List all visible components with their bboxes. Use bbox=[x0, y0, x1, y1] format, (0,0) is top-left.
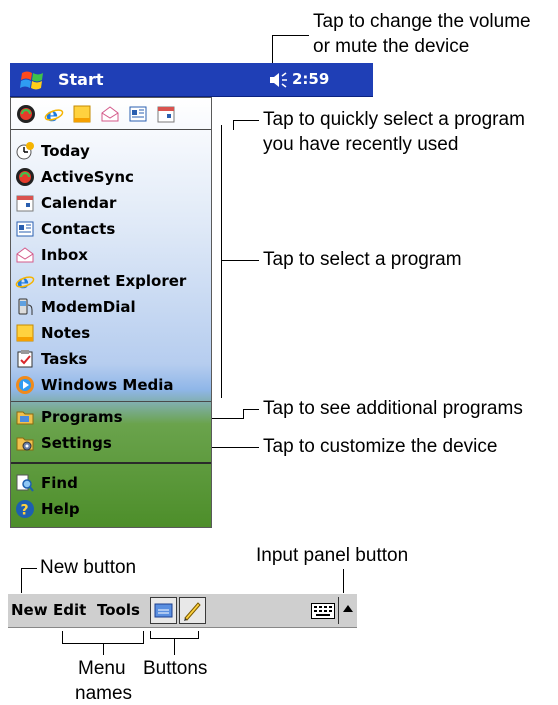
leader-line bbox=[143, 631, 144, 643]
activesync-icon bbox=[15, 167, 35, 187]
input-method-arrow-icon[interactable] bbox=[343, 605, 353, 612]
leader-line bbox=[62, 631, 63, 643]
menu-divider bbox=[11, 462, 211, 464]
menu-item-label: Tasks bbox=[41, 350, 88, 368]
windows-flag-icon[interactable] bbox=[18, 68, 50, 92]
menu-item-modemdial[interactable]: ModemDial bbox=[15, 295, 136, 319]
internet-explorer-icon[interactable]: e bbox=[43, 103, 65, 125]
callout-menu-names-line2: names bbox=[75, 683, 133, 704]
leader-line bbox=[343, 569, 344, 593]
contacts-icon[interactable] bbox=[127, 103, 149, 125]
programs-folder-icon bbox=[15, 407, 35, 427]
notes-icon bbox=[15, 323, 35, 343]
start-label[interactable]: Start bbox=[58, 70, 104, 89]
start-menu: e Today ActiveSync Calendar Contacts Inb… bbox=[10, 97, 212, 528]
menu-item-tasks[interactable]: Tasks bbox=[15, 347, 87, 371]
callout-volume-line2: or mute the device bbox=[313, 36, 470, 57]
menu-item-activesync[interactable]: ActiveSync bbox=[15, 165, 134, 189]
menu-item-label: Contacts bbox=[41, 220, 116, 238]
settings-folder-icon bbox=[15, 433, 35, 453]
callout-new-button: New button bbox=[40, 557, 137, 578]
speaker-icon[interactable] bbox=[268, 70, 290, 90]
menu-item-calendar[interactable]: Calendar bbox=[15, 191, 116, 215]
menu-divider bbox=[11, 401, 211, 402]
notes-icon[interactable] bbox=[71, 103, 93, 125]
menu-item-label: Today bbox=[41, 142, 90, 160]
menu-item-label: Help bbox=[41, 500, 80, 518]
calendar-icon bbox=[15, 193, 35, 213]
leader-line bbox=[21, 568, 37, 569]
menu-item-today[interactable]: Today bbox=[15, 139, 90, 163]
clock-time[interactable]: 2:59 bbox=[292, 70, 329, 88]
windows-media-icon bbox=[15, 375, 35, 395]
menu-item-label: ModemDial bbox=[41, 298, 136, 316]
inbox-icon bbox=[15, 245, 35, 265]
menu-item-contacts[interactable]: Contacts bbox=[15, 217, 115, 241]
edit-menu[interactable]: Edit bbox=[53, 601, 86, 619]
menu-item-label: Inbox bbox=[41, 246, 88, 264]
menu-item-find[interactable]: Find bbox=[15, 471, 78, 495]
menu-item-label: Calendar bbox=[41, 194, 117, 212]
leader-line bbox=[174, 638, 175, 655]
menu-item-windows-media[interactable]: Windows Media bbox=[15, 373, 174, 397]
recent-programs-bar: e bbox=[15, 103, 177, 125]
internet-explorer-icon: e bbox=[15, 271, 35, 291]
menu-item-label: Settings bbox=[41, 434, 112, 452]
inbox-icon[interactable] bbox=[99, 103, 121, 125]
navigation-bar: Start 2:59 bbox=[10, 63, 373, 97]
calendar-icon[interactable] bbox=[155, 103, 177, 125]
menu-item-internet-explorer[interactable]: e Internet Explorer bbox=[15, 269, 186, 293]
pen-toolbar-button[interactable] bbox=[179, 597, 206, 624]
menu-item-settings[interactable]: Settings bbox=[15, 431, 112, 455]
callout-input-panel: Input panel button bbox=[256, 545, 409, 566]
menu-divider bbox=[11, 129, 211, 130]
find-icon bbox=[15, 473, 35, 493]
menu-item-programs[interactable]: Programs bbox=[15, 405, 123, 429]
leader-line bbox=[150, 631, 151, 639]
recording-toolbar-button[interactable] bbox=[150, 597, 177, 624]
menu-item-label: Programs bbox=[41, 408, 123, 426]
callout-menu-names-line1: Menu bbox=[78, 658, 126, 679]
svg-text:?: ? bbox=[21, 503, 29, 519]
callout-volume-line1: Tap to change the volume bbox=[313, 11, 531, 32]
today-icon bbox=[15, 141, 35, 161]
contacts-icon bbox=[15, 219, 35, 239]
menu-item-label: ActiveSync bbox=[41, 168, 134, 186]
activesync-icon[interactable] bbox=[15, 103, 37, 125]
command-bar: New Edit Tools bbox=[8, 593, 357, 628]
leader-line bbox=[21, 568, 22, 594]
menu-item-label: Notes bbox=[41, 324, 91, 342]
menu-item-label: Internet Explorer bbox=[41, 272, 187, 290]
callout-buttons: Buttons bbox=[143, 658, 208, 679]
leader-line bbox=[103, 643, 104, 655]
menu-item-help[interactable]: ? Help bbox=[15, 497, 80, 521]
tools-menu[interactable]: Tools bbox=[97, 601, 140, 619]
keyboard-icon[interactable] bbox=[311, 603, 335, 619]
leader-line bbox=[198, 631, 199, 639]
keyboard-window-icon bbox=[154, 603, 173, 618]
modemdial-icon bbox=[15, 297, 35, 317]
new-button[interactable]: New bbox=[11, 601, 48, 619]
menu-item-label: Find bbox=[41, 474, 78, 492]
start-menu-screen: Start 2:59 e Today ActiveSync Calendar C… bbox=[10, 63, 373, 528]
menu-item-label: Windows Media bbox=[41, 376, 174, 394]
toolbar-divider bbox=[338, 597, 339, 624]
menu-item-notes[interactable]: Notes bbox=[15, 321, 90, 345]
help-icon: ? bbox=[15, 499, 35, 519]
tasks-icon bbox=[15, 349, 35, 369]
pen-icon bbox=[184, 602, 201, 621]
menu-item-inbox[interactable]: Inbox bbox=[15, 243, 88, 267]
leader-line bbox=[272, 35, 309, 36]
